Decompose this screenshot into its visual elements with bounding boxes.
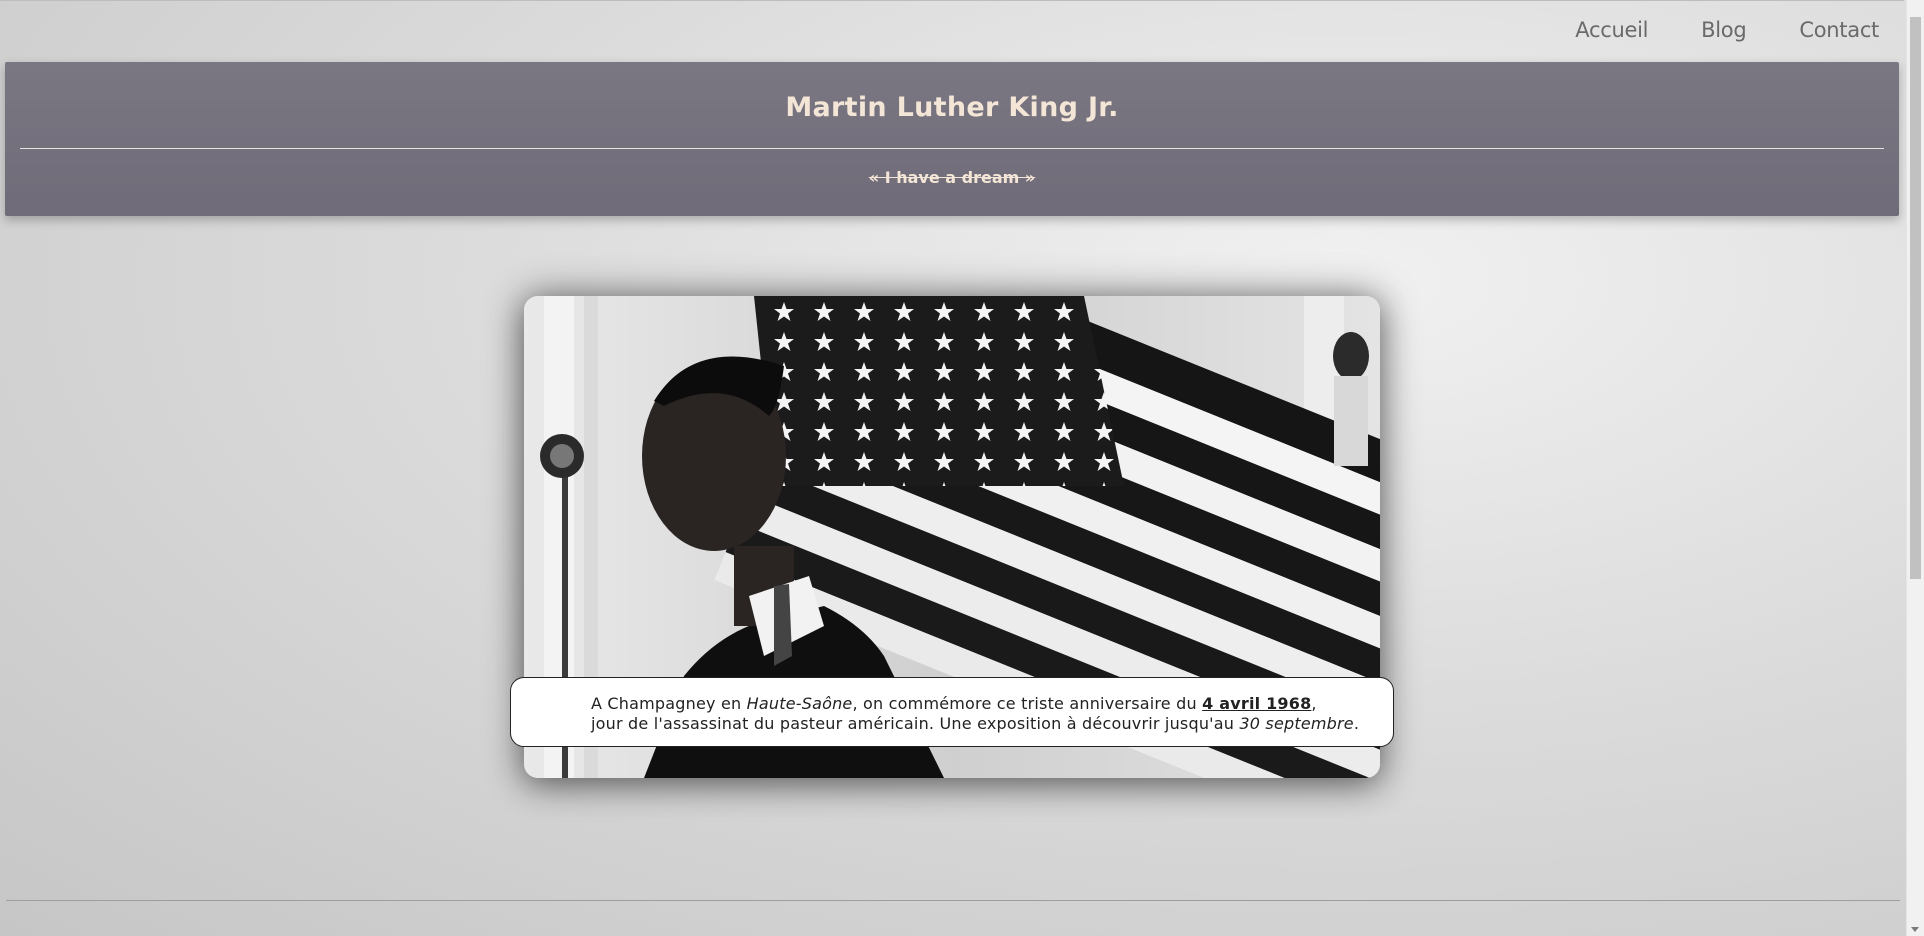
nav-link-contact[interactable]: Contact (1799, 18, 1879, 42)
main-nav: Accueil Blog Contact (1575, 18, 1879, 42)
exhibition-end-date: 30 septembre (1239, 714, 1354, 733)
caption-text: jour de l'assassinat du pasteur américai… (591, 714, 1240, 733)
caption-place: Haute-Saône (746, 694, 853, 713)
caption-line-2: jour de l'assassinat du pasteur américai… (591, 714, 1393, 734)
page-top-border (0, 0, 1904, 1)
vertical-scrollbar[interactable] (1906, 0, 1924, 936)
header-banner: Martin Luther King Jr. « I have a dream … (5, 62, 1899, 216)
scrollbar-thumb[interactable] (1910, 17, 1921, 579)
caption-line-1: A Champagney en Haute-Saône, on commémor… (591, 694, 1393, 714)
scroll-down-arrow-icon[interactable] (1911, 927, 1919, 932)
nav-link-blog[interactable]: Blog (1701, 18, 1747, 42)
page-subtitle: « I have a dream » (868, 168, 1036, 187)
photo-caption: A Champagney en Haute-Saône, on commémor… (510, 677, 1394, 747)
caption-text: A Champagney en (591, 694, 747, 713)
nav-link-accueil[interactable]: Accueil (1575, 18, 1648, 42)
caption-text: . (1353, 714, 1360, 733)
caption-text: , (1311, 694, 1317, 713)
date-link[interactable]: 4 avril 1968 (1202, 694, 1311, 713)
caption-text: , on commémore ce triste anniversaire du (852, 694, 1203, 713)
page-title: Martin Luther King Jr. (785, 92, 1119, 123)
footer-divider (6, 900, 1900, 901)
header-divider (20, 148, 1884, 149)
